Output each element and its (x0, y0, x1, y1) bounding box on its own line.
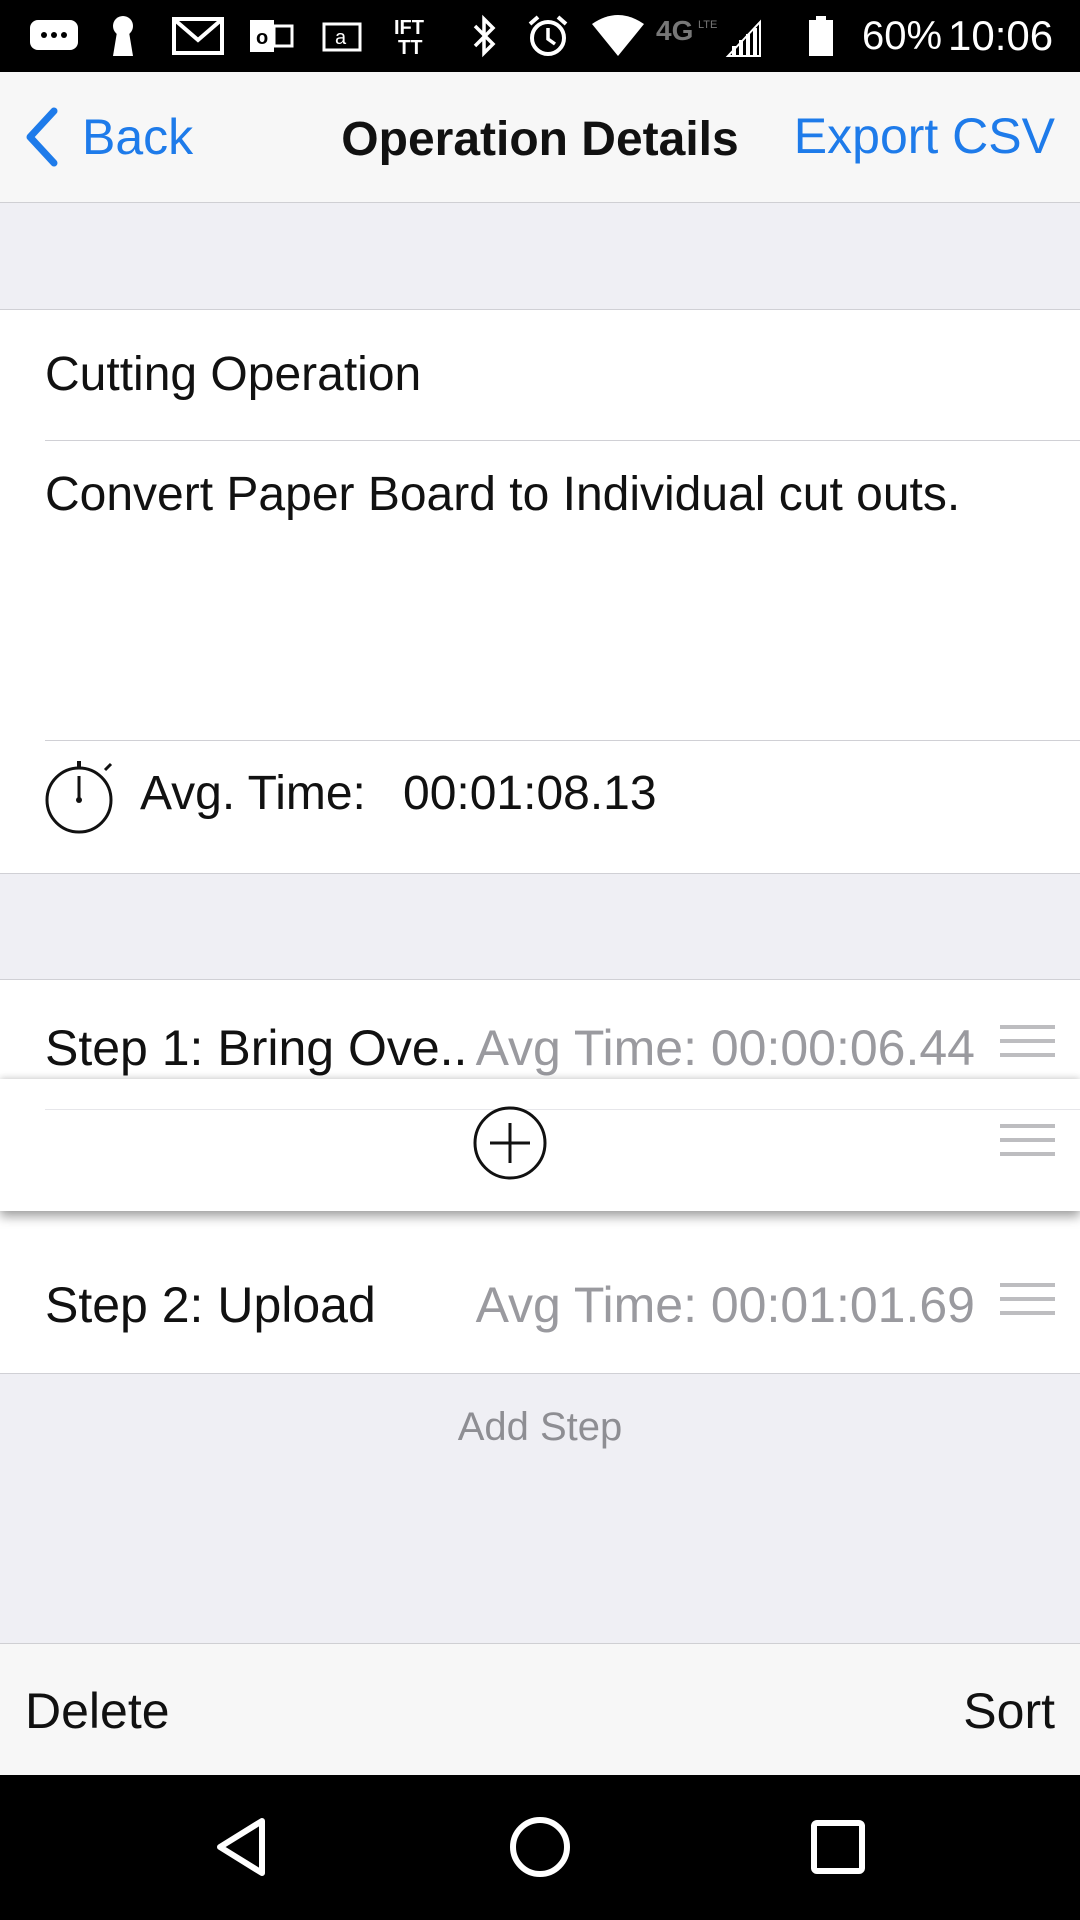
divider (45, 1109, 1080, 1110)
drag-handle-icon[interactable] (1000, 1283, 1055, 1323)
signal-icon (724, 14, 764, 58)
back-triangle-icon[interactable] (210, 1815, 274, 1879)
avg-time-value: 00:01:08.13 (403, 767, 657, 820)
svg-text:TT: TT (398, 37, 422, 58)
amazon-icon: a (318, 14, 366, 58)
svg-text:LTE: LTE (698, 19, 717, 31)
ifttt-icon: IFT TT (392, 14, 436, 58)
gmail-icon (172, 14, 224, 58)
system-navigation-bar (0, 1775, 1080, 1920)
operation-description-field[interactable]: Convert Paper Board to Individual cut ou… (45, 467, 960, 522)
step-title: Step 2: Upload (45, 1277, 376, 1333)
list-item[interactable]: Step 2: Upload Avg Time: 00:01:01.69 (0, 1211, 1080, 1374)
bottom-toolbar: Delete Sort (0, 1643, 1080, 1776)
drag-handle-icon[interactable] (1000, 1124, 1055, 1164)
divider (45, 440, 1080, 441)
operation-name-field[interactable]: Cutting Operation (45, 347, 421, 402)
chevron-left-icon (22, 107, 62, 167)
home-circle-icon[interactable] (508, 1815, 572, 1879)
svg-text:IFT: IFT (394, 17, 424, 39)
drag-handle-icon[interactable] (1000, 1025, 1055, 1065)
step-avg-time: Avg Time: 00:00:06.44 (475, 1020, 975, 1076)
step-title: Step 1: Bring Ove.. (45, 1020, 468, 1076)
sort-button[interactable]: Sort (963, 1682, 1055, 1740)
wifi-icon (590, 14, 646, 58)
add-step-button[interactable]: Add Step (0, 1405, 1080, 1450)
clock: 10:06 (948, 12, 1054, 59)
keyhole-icon (108, 14, 138, 58)
svg-text:o: o (256, 27, 268, 49)
delete-button[interactable]: Delete (25, 1682, 170, 1740)
divider (45, 740, 1080, 741)
bluetooth-icon (468, 14, 500, 58)
insert-step-row[interactable] (0, 1079, 1080, 1211)
network-4g-icon: 4G LTE (654, 14, 724, 58)
status-bar: o a IFT TT 4G LTE 60% 10:06 (0, 0, 1080, 72)
chat-icon (26, 14, 82, 58)
outlook-icon: o (248, 14, 294, 58)
export-csv-button[interactable]: Export CSV (794, 107, 1055, 165)
recents-square-icon[interactable] (808, 1817, 868, 1877)
avg-time-label: Avg. Time: (140, 767, 366, 820)
svg-text:4G: 4G (656, 15, 693, 46)
step-avg-time: Avg Time: 00:01:01.69 (475, 1277, 975, 1333)
back-button[interactable]: Back (22, 102, 193, 172)
operation-details-section: Cutting Operation Convert Paper Board to… (0, 309, 1080, 874)
navigation-bar: Back Operation Details Export CSV (0, 72, 1080, 203)
add-circle-icon[interactable] (472, 1105, 548, 1181)
alarm-icon (524, 14, 572, 58)
back-label: Back (82, 109, 194, 165)
battery-percent: 60% (862, 14, 943, 58)
battery-icon (806, 14, 836, 58)
stopwatch-icon (45, 758, 117, 834)
svg-text:a: a (335, 27, 347, 49)
